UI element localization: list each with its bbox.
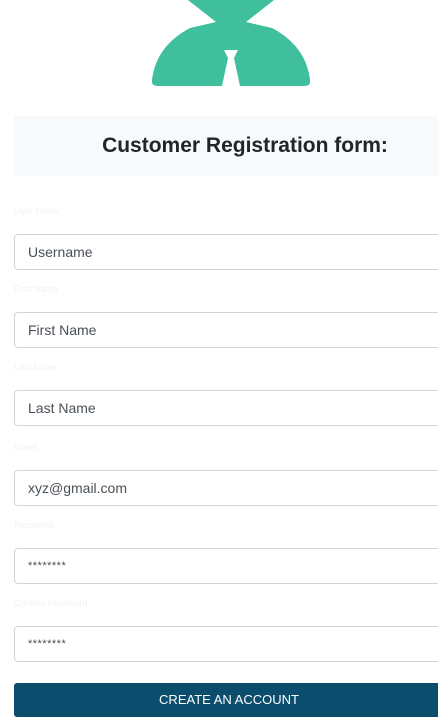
username-label: User Name bbox=[14, 206, 60, 216]
page-title: Customer Registration form: bbox=[102, 134, 388, 157]
last-name-input[interactable] bbox=[14, 390, 438, 426]
email-label: Email bbox=[14, 442, 37, 452]
create-account-button[interactable]: CREATE AN ACCOUNT bbox=[14, 683, 438, 717]
form-header: Customer Registration form: bbox=[14, 116, 438, 176]
logo bbox=[150, 0, 312, 86]
password-input[interactable] bbox=[14, 548, 438, 584]
confirm-password-input[interactable] bbox=[14, 626, 438, 662]
username-input[interactable] bbox=[14, 234, 438, 270]
password-label: Password bbox=[14, 520, 54, 530]
confirm-password-label: Confirm Password bbox=[14, 598, 88, 608]
person-with-tie-icon bbox=[151, 0, 311, 86]
last-name-label: Last Name bbox=[14, 362, 58, 372]
email-input[interactable] bbox=[14, 470, 438, 506]
first-name-label: First Name bbox=[14, 284, 59, 294]
first-name-input[interactable] bbox=[14, 312, 438, 348]
